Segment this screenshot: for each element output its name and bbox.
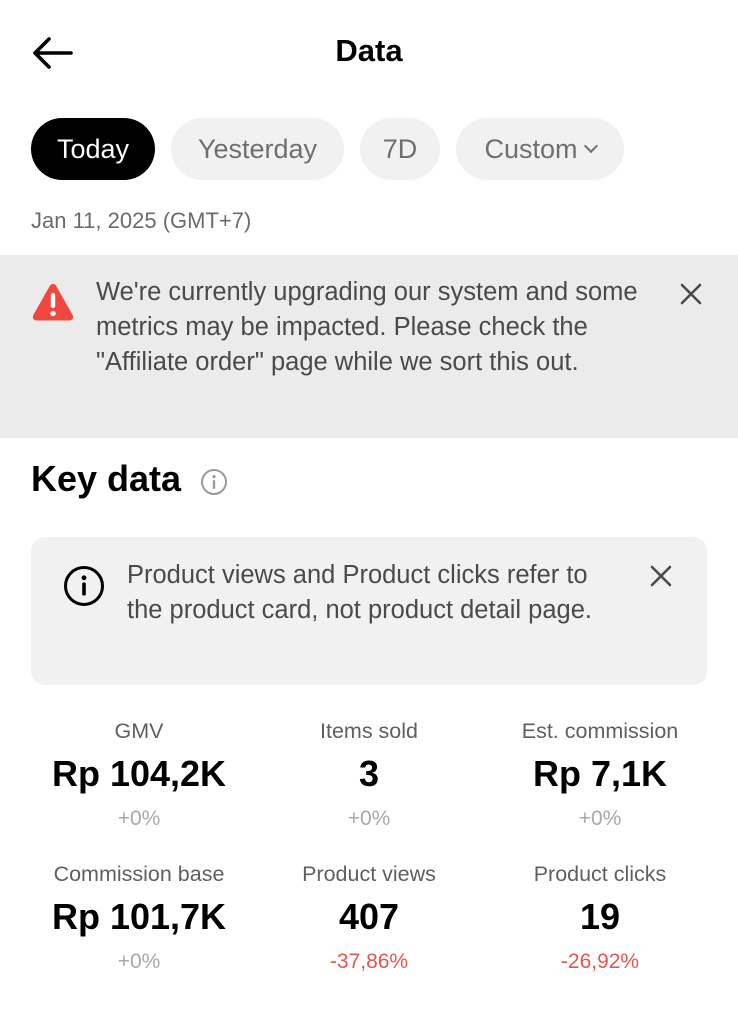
- metric-change: +0%: [117, 807, 161, 830]
- metric-label: Commission base: [53, 862, 225, 886]
- metric-label: Product clicks: [533, 862, 667, 886]
- banner-close-button[interactable]: [676, 279, 706, 309]
- notice-message: Product views and Product clicks refer t…: [127, 561, 592, 624]
- metric-label: Product views: [302, 862, 436, 886]
- metric-value: Rp 101,7K: [51, 896, 227, 937]
- date-range-tabs: Today Yesterday 7D Custom: [31, 118, 624, 180]
- metric-est-commission[interactable]: Est. commission Rp 7,1K +0%: [477, 716, 723, 834]
- banner-message: We're currently upgrading our system and…: [96, 278, 638, 376]
- tab-today[interactable]: Today: [31, 118, 155, 180]
- metric-change: -26,92%: [560, 950, 640, 973]
- metric-label: Est. commission: [521, 719, 679, 743]
- chevron-down-icon: [583, 138, 598, 154]
- metric-change: -37,86%: [329, 950, 409, 973]
- tab-today-label: Today: [56, 133, 130, 164]
- info-circle-icon: [64, 566, 104, 606]
- metric-label: Items sold: [320, 719, 418, 743]
- metric-value: 19: [579, 896, 621, 937]
- metric-commission-base[interactable]: Commission base Rp 101,7K +0%: [16, 859, 262, 977]
- tab-7d[interactable]: 7D: [360, 118, 440, 180]
- close-icon: [650, 565, 672, 587]
- warning-triangle-icon: [32, 284, 74, 321]
- metric-value: Rp 7,1K: [532, 753, 668, 794]
- date-label: Jan 11, 2025 (GMT+7): [31, 208, 252, 233]
- close-icon: [680, 283, 702, 305]
- header-bar: Data: [0, 0, 738, 104]
- tab-7d-label: 7D: [382, 133, 418, 164]
- tab-yesterday[interactable]: Yesterday: [171, 118, 344, 180]
- metric-value: 407: [338, 896, 400, 937]
- metric-change: +0%: [117, 950, 161, 973]
- key-data-heading: Key data: [31, 458, 182, 499]
- tab-custom-label: Custom: [484, 133, 578, 164]
- tab-custom[interactable]: Custom: [456, 118, 624, 180]
- info-icon[interactable]: [200, 468, 228, 496]
- metric-product-views[interactable]: Product views 407 -37,86%: [246, 859, 492, 977]
- metric-value: Rp 104,2K: [51, 753, 227, 794]
- metric-gmv[interactable]: GMV Rp 104,2K +0%: [16, 716, 262, 834]
- system-upgrade-banner: We're currently upgrading our system and…: [0, 255, 738, 438]
- metric-items-sold[interactable]: Items sold 3 +0%: [246, 716, 492, 834]
- product-metrics-notice: Product views and Product clicks refer t…: [31, 537, 707, 685]
- metric-label: GMV: [114, 719, 164, 743]
- metric-change: +0%: [347, 807, 391, 830]
- metric-product-clicks[interactable]: Product clicks 19 -26,92%: [477, 859, 723, 977]
- metric-change: +0%: [578, 807, 622, 830]
- metric-value: 3: [358, 753, 380, 794]
- notice-close-button[interactable]: [646, 561, 676, 591]
- tab-yesterday-label: Yesterday: [197, 133, 318, 164]
- page-title: Data: [335, 33, 403, 68]
